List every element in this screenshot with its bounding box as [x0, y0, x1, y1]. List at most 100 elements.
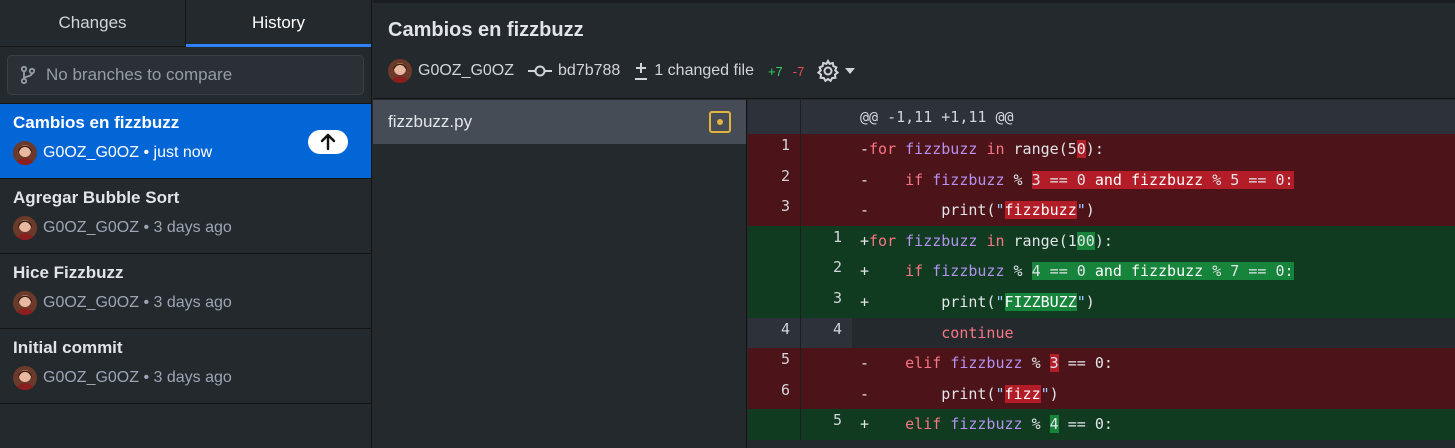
commit-summary-header: Cambios en fizzbuzz G0OZ_G0OZ bd7b788 1 … [373, 0, 1455, 99]
diff-line-code: - print("fizzbuzz") [860, 201, 1095, 220]
diff-line[interactable]: 1 -for fizzbuzz in range(50): [748, 134, 1455, 165]
avatar [13, 216, 37, 240]
git-branch-icon [20, 65, 36, 85]
commit-time: 3 days ago [153, 219, 232, 236]
old-line-number: 3 [748, 195, 800, 226]
commit-author: G0OZ_G0OZ [43, 369, 140, 386]
unpushed-commit-button[interactable] [308, 130, 348, 154]
additions-count: +7 [767, 63, 783, 79]
diff-line[interactable]: 44 continue [748, 317, 1455, 349]
commit-time: 3 days ago [153, 294, 232, 311]
commit-author-info: G0OZ_G0OZ [388, 59, 514, 83]
diff-view: @@ -1,11 +1,11 @@ 1 -for fizzbuzz in rang… [748, 100, 1455, 448]
diff-hunk-header: @@ -1,11 +1,11 @@ [748, 100, 1455, 134]
old-line-number: 4 [748, 317, 800, 349]
diff-line-code: + elif fizzbuzz % 4 == 0: [860, 415, 1113, 434]
branch-compare-button[interactable]: No branches to compare [7, 55, 364, 95]
old-line-number: 1 [748, 134, 800, 165]
diff-line-code: - print("fizz") [860, 384, 1059, 403]
diff-line-code: - elif fizzbuzz % 3 == 0: [860, 354, 1113, 373]
new-line-number [800, 195, 852, 226]
tab-history[interactable]: History [185, 0, 371, 47]
old-line-number [748, 286, 800, 318]
diff-line[interactable]: 6 - print("fizz") [748, 378, 1455, 410]
commit-title: Agregar Bubble Sort [13, 188, 180, 207]
commit-author: G0OZ_G0OZ [43, 144, 140, 161]
hunk-header-text: @@ -1,11 +1,11 @@ [860, 108, 1014, 126]
commit-time: 3 days ago [153, 369, 232, 386]
new-line-number: 4 [800, 317, 852, 349]
deletions-count: -7 [792, 63, 805, 79]
commit-sha-value: bd7b788 [558, 62, 621, 79]
avatar [13, 366, 37, 390]
commit-item[interactable]: Initial commit G0OZ_G0OZ • 3 days ago [0, 329, 371, 404]
diff-line-code: - if fizzbuzz % 3 == 0 and fizzbuzz % 5 … [860, 170, 1294, 189]
tab-changes[interactable]: Changes [0, 0, 185, 46]
new-line-number: 5 [800, 409, 852, 440]
avatar [13, 291, 37, 315]
new-line-number [800, 348, 852, 379]
commit-meta: G0OZ_G0OZ • 3 days ago [13, 366, 371, 390]
file-modified-icon [709, 111, 731, 133]
commit-item[interactable]: Agregar Bubble Sort G0OZ_G0OZ • 3 days a… [0, 179, 371, 254]
old-line-number: 5 [748, 348, 800, 379]
diff-line[interactable]: 5 - elif fizzbuzz % 3 == 0: [748, 348, 1455, 379]
commit-summary-author: G0OZ_G0OZ [418, 62, 515, 79]
old-line-number [748, 100, 800, 134]
new-line-number [800, 378, 852, 410]
diff-line[interactable]: 3 + print("FIZZBUZZ") [748, 286, 1455, 318]
new-line-number: 3 [800, 286, 852, 318]
tab-changes-label: Changes [58, 13, 127, 32]
tab-history-label: History [252, 13, 305, 32]
new-line-number [800, 100, 852, 134]
diff-line[interactable]: 5 + elif fizzbuzz % 4 == 0: [748, 409, 1455, 440]
diff-line-code: + print("FIZZBUZZ") [860, 292, 1095, 311]
tab-bar: Changes History [0, 0, 371, 47]
commit-author: G0OZ_G0OZ [43, 219, 140, 236]
old-line-number: 6 [748, 378, 800, 410]
branch-compare-placeholder: No branches to compare [46, 65, 233, 84]
new-line-number: 2 [800, 256, 852, 287]
commit-meta: G0OZ_G0OZ • 3 days ago [13, 216, 371, 240]
arrow-up-icon [320, 133, 336, 151]
history-pane: Changes History No branches to compare C… [0, 0, 372, 448]
old-line-number [748, 256, 800, 287]
diff-settings-button[interactable] [816, 59, 856, 83]
commit-time: just now [153, 144, 213, 161]
file-name: fizzbuzz.py [388, 112, 473, 131]
commit-item[interactable]: Hice Fizzbuzz G0OZ_G0OZ • 3 days ago [0, 254, 371, 329]
avatar [388, 59, 412, 83]
commit-summary-meta: G0OZ_G0OZ bd7b788 1 changed file +7 -7 [388, 59, 856, 83]
commit-summary-title: Cambios en fizzbuzz [388, 19, 584, 41]
commit-item[interactable]: Cambios en fizzbuzz G0OZ_G0OZ • just now [0, 104, 371, 179]
commit-author: G0OZ_G0OZ [43, 294, 140, 311]
diff-line-code: + if fizzbuzz % 4 == 0 and fizzbuzz % 7 … [860, 262, 1294, 281]
commit-title: Hice Fizzbuzz [13, 263, 124, 282]
diff-icon [635, 63, 648, 80]
old-line-number: 2 [748, 164, 800, 196]
diff-line-code: continue [941, 323, 1014, 342]
diff-line[interactable]: 2 - if fizzbuzz % 3 == 0 and fizzbuzz % 5… [748, 164, 1455, 196]
diff-line[interactable]: 2 + if fizzbuzz % 4 == 0 and fizzbuzz % 7… [748, 256, 1455, 287]
changed-files-count: 1 changed file [634, 61, 754, 81]
old-line-number [748, 409, 800, 440]
changed-files-label: 1 changed file [654, 62, 754, 79]
diff-line-code: -for fizzbuzz in range(50): [860, 140, 1104, 158]
old-line-number [748, 225, 800, 257]
new-line-number [800, 134, 852, 165]
changed-files-list: fizzbuzz.py [373, 100, 747, 448]
git-commit-icon [528, 65, 553, 77]
commit-meta: G0OZ_G0OZ • 3 days ago [13, 291, 371, 315]
diff-line[interactable]: 1 +for fizzbuzz in range(100): [748, 225, 1455, 257]
commit-title: Initial commit [13, 338, 123, 357]
avatar [13, 141, 37, 165]
gear-icon [817, 59, 840, 83]
file-item[interactable]: fizzbuzz.py [373, 100, 746, 144]
diff-line[interactable]: 3 - print("fizzbuzz") [748, 195, 1455, 226]
new-line-number [800, 164, 852, 196]
diff-line-code: +for fizzbuzz in range(100): [860, 231, 1113, 250]
caret-down-icon [845, 68, 856, 74]
new-line-number: 1 [800, 225, 852, 257]
commit-list: Cambios en fizzbuzz G0OZ_G0OZ • just now… [0, 103, 371, 404]
commit-sha[interactable]: bd7b788 [528, 62, 620, 80]
